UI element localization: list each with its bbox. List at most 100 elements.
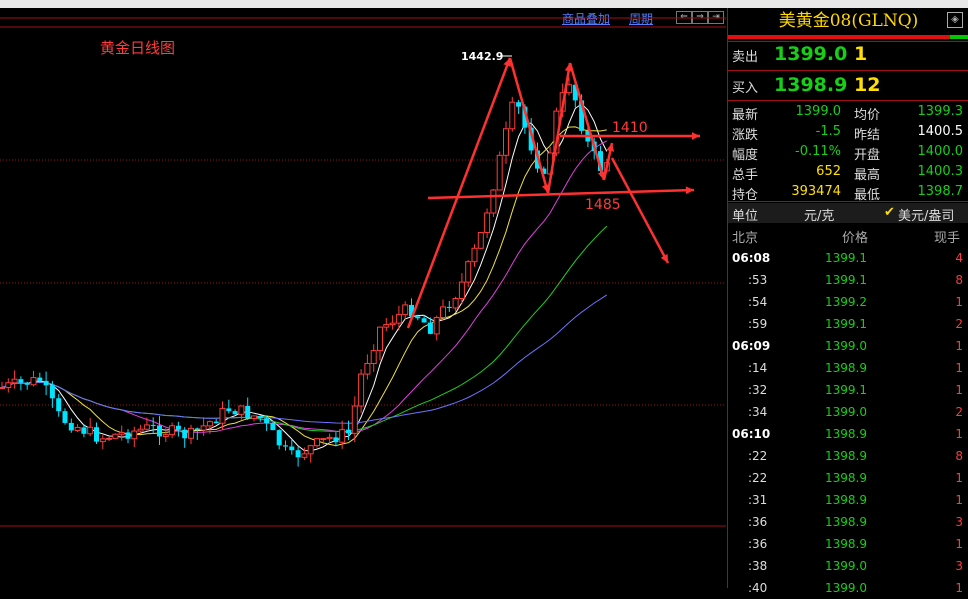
settings-icon[interactable]: ◈ (947, 12, 963, 28)
tick-row: :22 1398.9 8 (728, 445, 968, 467)
candle (383, 324, 390, 328)
tick-time: 06:10 (732, 427, 771, 441)
stat-value: 1400.0 (917, 144, 964, 159)
tick-qty: 1 (955, 537, 963, 551)
window-top-bar (0, 0, 968, 8)
candle (87, 426, 94, 435)
tick-time: :22 (748, 449, 768, 463)
ticks-header: 北京 价格 现手 (732, 231, 961, 246)
tick-row: :59 1399.1 2 (728, 313, 968, 335)
tick-time: :14 (748, 361, 768, 375)
candle (364, 363, 371, 375)
candle (301, 453, 308, 458)
stat-row: 最新 1399.0 均价 1399.3 (728, 102, 968, 123)
stat-label: 幅度 (732, 148, 759, 163)
tick-row: :38 1399.0 3 (728, 555, 968, 577)
ma5-line (1, 103, 608, 452)
tick-price: 1399.1 (825, 317, 867, 331)
candle (175, 425, 181, 430)
ma20-line (1, 140, 608, 434)
stat-value: 1399.3 (917, 104, 964, 119)
tick-price: 1398.9 (825, 427, 867, 441)
resistance-line-head (691, 132, 700, 140)
candle (477, 231, 484, 249)
candle (118, 431, 125, 435)
sell-strength-bar (728, 35, 950, 39)
buy-qty: 12 (854, 74, 881, 96)
tick-price: 1399.0 (825, 581, 867, 595)
tick-row: :40 1399.0 1 (728, 577, 968, 599)
support-line-head (685, 186, 694, 195)
tick-time: :38 (748, 559, 768, 573)
tick-qty: 1 (955, 493, 963, 507)
candle (157, 425, 162, 437)
tick-qty: 1 (955, 361, 963, 375)
stat-label: 涨跌 (732, 128, 759, 143)
tick-row: 06:09 1399.0 1 (728, 335, 968, 357)
stat-row: 持仓 393474 最低 1398.7 (728, 182, 968, 203)
check-icon[interactable]: ✔ (884, 205, 895, 220)
stat-row: 总手 652 最高 1400.3 (728, 162, 968, 183)
candle (150, 424, 156, 426)
tick-price: 1399.0 (825, 405, 867, 419)
symbol-title: 美黄金08(GLNQ) (778, 11, 919, 31)
buy-price[interactable]: 1398.9 (774, 74, 847, 96)
sell-label: 卖出 (732, 50, 759, 65)
unit-alt[interactable]: 美元/盎司 (898, 205, 954, 224)
tick-time: :59 (748, 317, 768, 331)
lower-level-label: 1485 (585, 197, 621, 213)
candle (43, 380, 49, 386)
candle (18, 379, 24, 383)
tick-qty: 4 (955, 251, 963, 265)
tick-qty: 2 (955, 317, 963, 331)
tick-time: :54 (748, 295, 768, 309)
peak-label: 1442.9 (461, 50, 503, 63)
tick-row: :53 1399.1 8 (728, 269, 968, 291)
candle (94, 427, 99, 442)
unit-row: 单位 元/克 ✔ 美元/盎司 (728, 203, 968, 224)
candle (137, 428, 144, 432)
candle (421, 318, 427, 323)
candle (395, 314, 402, 324)
tick-time: :31 (748, 493, 768, 507)
candle (30, 377, 37, 386)
candle (307, 445, 314, 455)
candle (452, 297, 459, 309)
candle (257, 415, 263, 419)
tick-time: :22 (748, 471, 768, 485)
candle (11, 378, 18, 384)
candle (503, 128, 509, 156)
buy-strength-bar (950, 35, 968, 39)
tick-qty: 2 (955, 405, 963, 419)
tick-time: 06:08 (732, 251, 771, 265)
sell-qty: 1 (854, 43, 868, 65)
candle (56, 398, 62, 412)
candle (131, 430, 138, 440)
tick-row: :36 1398.9 1 (728, 533, 968, 555)
tick-time: :36 (748, 515, 768, 529)
candle (370, 350, 377, 365)
candle (162, 434, 169, 437)
candle (276, 430, 282, 446)
stat-value: 1400.3 (917, 164, 964, 179)
candle (37, 377, 43, 381)
tick-price: 1398.9 (825, 449, 867, 463)
candlestick-chart: 商品叠加 周期 ⇐ ⇒ ⇥ 黄金日线图 1442.9 1410 1485 (0, 8, 726, 588)
tick-qty: 1 (955, 295, 963, 309)
candle (516, 102, 522, 107)
candle (99, 438, 106, 443)
tick-time: :34 (748, 405, 768, 419)
chart-canvas: 黄金日线图 1442.9 1410 1485 (0, 17, 726, 527)
candle (320, 438, 327, 441)
stat-value: -1.5 (815, 124, 841, 139)
stat-label: 最新 (732, 108, 759, 123)
stat-label: 总手 (732, 168, 759, 183)
candle (245, 405, 251, 419)
ma10-line (1, 126, 607, 447)
candle (326, 436, 333, 440)
stat-value: 393474 (791, 184, 841, 199)
tick-row: :31 1398.9 1 (728, 489, 968, 511)
tick-price: 1398.9 (825, 537, 867, 551)
candle (5, 382, 12, 388)
sell-price[interactable]: 1399.0 (774, 43, 847, 65)
